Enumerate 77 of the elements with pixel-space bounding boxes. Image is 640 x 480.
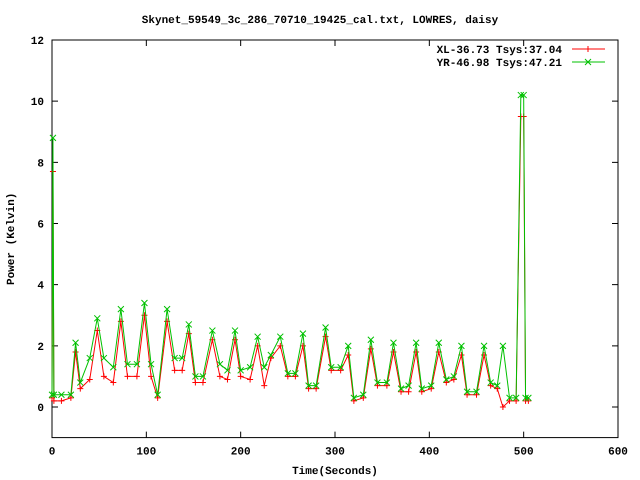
data-point xyxy=(148,372,155,380)
data-point xyxy=(185,320,192,328)
data-point xyxy=(185,330,192,338)
y-tick-label: 8 xyxy=(37,158,44,170)
data-point xyxy=(322,324,330,331)
y-axis-label: Power (Kelvin) xyxy=(6,192,18,285)
data-point xyxy=(246,364,254,371)
data-point xyxy=(276,333,284,340)
data-point xyxy=(110,364,117,371)
x-tick-label: 300 xyxy=(325,446,345,459)
data-point xyxy=(412,339,420,346)
y-tick-label: 10 xyxy=(30,97,44,110)
data-point xyxy=(133,360,140,368)
data-point xyxy=(86,354,94,362)
data-point xyxy=(94,314,101,322)
data-point xyxy=(260,364,268,371)
data-point xyxy=(208,336,216,344)
data-point xyxy=(390,339,397,346)
data-point xyxy=(49,134,56,142)
data-point xyxy=(299,330,306,338)
data-point xyxy=(299,342,306,350)
data-point xyxy=(499,342,506,350)
data-point xyxy=(133,372,140,380)
data-point xyxy=(140,300,148,307)
data-point xyxy=(94,327,101,334)
data-point xyxy=(208,327,216,334)
data-point xyxy=(344,352,352,359)
x-tick-label: 500 xyxy=(514,446,534,459)
data-point xyxy=(260,382,268,390)
x-tick-label: 0 xyxy=(48,446,56,459)
data-point xyxy=(232,327,238,334)
y-tick-label: 4 xyxy=(37,280,44,293)
x-axis-label: Time(Seconds) xyxy=(292,466,378,478)
x-tick-label: 200 xyxy=(230,446,251,459)
data-point xyxy=(412,348,420,356)
data-point xyxy=(246,376,254,383)
data-point xyxy=(232,336,238,344)
data-point xyxy=(367,336,374,344)
data-point xyxy=(140,312,148,319)
data-point xyxy=(100,372,108,380)
data-point xyxy=(254,342,262,350)
y-tick-label: 6 xyxy=(37,220,44,232)
data-point xyxy=(390,348,397,356)
data-point xyxy=(117,318,124,325)
data-point xyxy=(86,376,94,383)
legend-label: XL-36.73 Tsys:37.04 xyxy=(436,45,562,57)
data-point xyxy=(458,342,465,350)
y-tick-label: 2 xyxy=(37,342,44,354)
data-point xyxy=(480,352,488,359)
data-point xyxy=(435,339,442,346)
data-point xyxy=(72,348,80,356)
x-tick-label: 400 xyxy=(419,446,440,459)
data-point xyxy=(110,379,117,386)
data-point xyxy=(164,318,171,325)
x-tick-label: 600 xyxy=(608,446,628,459)
data-point xyxy=(367,345,374,352)
data-point xyxy=(117,306,124,313)
data-point xyxy=(72,339,80,346)
data-point xyxy=(100,354,108,362)
legend-line-icon xyxy=(572,58,606,66)
legend-line-icon xyxy=(572,46,606,52)
data-point xyxy=(480,342,488,350)
legend-label: YR-46.98 Tsys:47.21 xyxy=(436,58,562,70)
data-point xyxy=(124,372,131,380)
data-point xyxy=(164,306,171,313)
x-tick-label: 100 xyxy=(136,446,156,459)
data-point xyxy=(148,360,155,368)
y-tick-label: 12 xyxy=(30,36,44,48)
data-point xyxy=(344,342,352,350)
data-point xyxy=(458,352,465,359)
data-point xyxy=(124,360,131,368)
data-point xyxy=(322,333,330,340)
data-point xyxy=(254,333,262,340)
y-tick-label: 0 xyxy=(37,403,44,416)
data-point xyxy=(435,348,442,356)
data-point xyxy=(276,342,284,350)
chart-title: Skynet_59549_3c_286_70710_19425_cal.txt, LOWRES, daisy xyxy=(142,15,498,27)
